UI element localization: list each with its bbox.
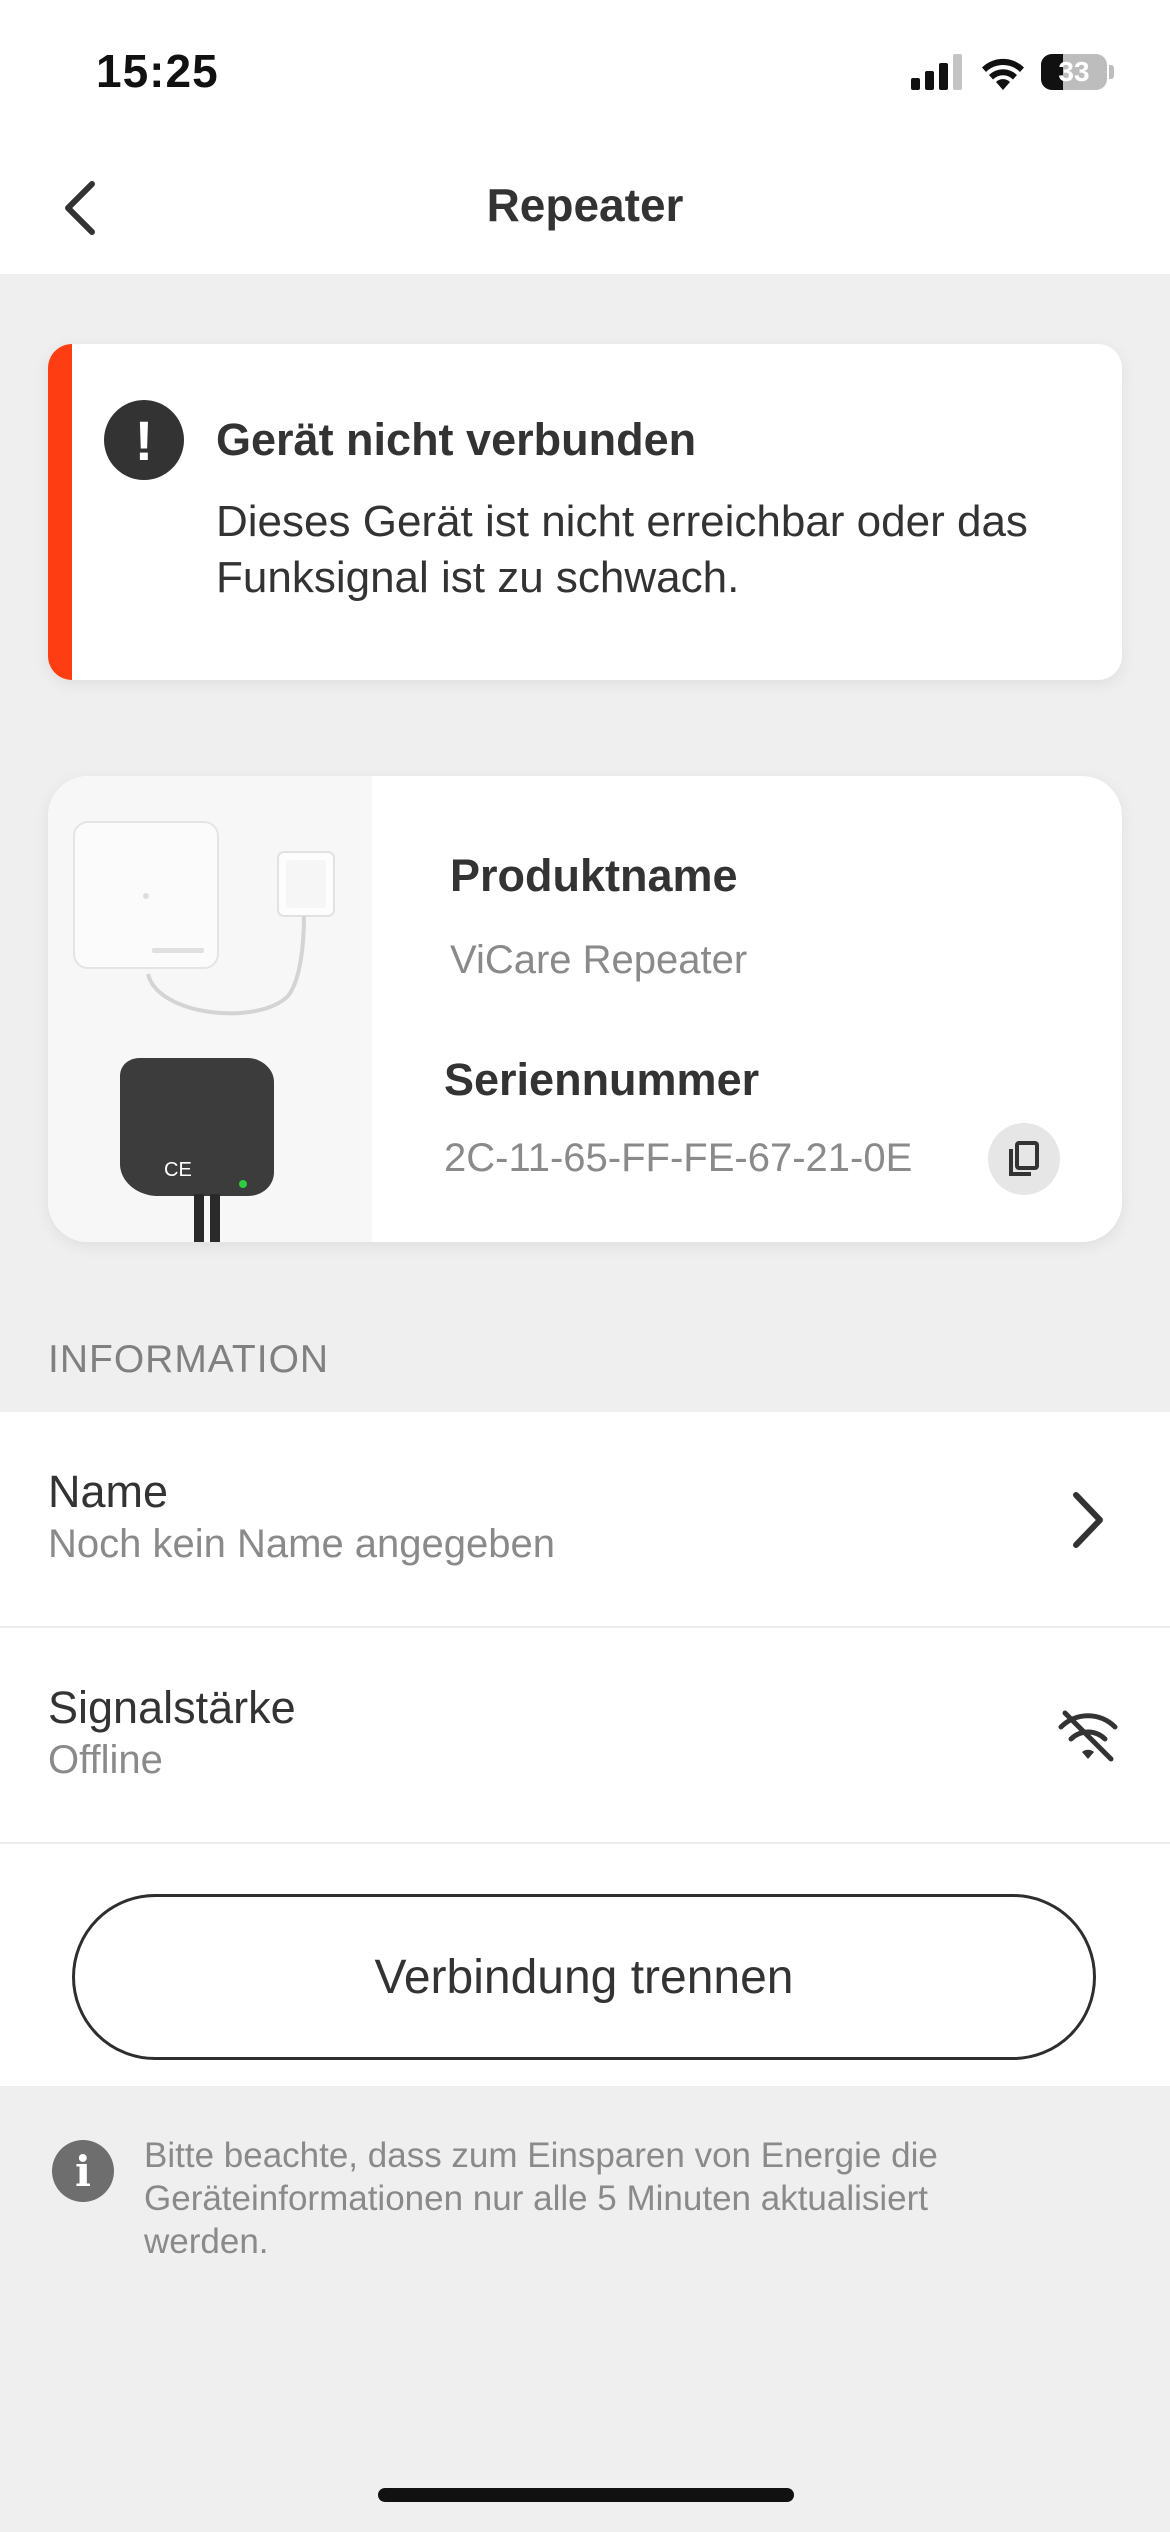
serial-number-value: 2C-11-65-FF-FE-67-21-0E <box>444 1136 913 1180</box>
copy-icon <box>1009 1141 1039 1176</box>
info-icon: i <box>52 2140 114 2202</box>
disconnect-button[interactable]: Verbindung trennen <box>72 1894 1096 2060</box>
signal-strength-list-item: Signalstärke Offline <box>0 1628 1170 1844</box>
product-card: CE Produktname ViCare Repeater Seriennum… <box>48 776 1122 1242</box>
status-time: 15:25 <box>96 45 219 97</box>
connection-alert-card: ! Gerät nicht verbunden Dieses Gerät ist… <box>48 344 1122 680</box>
update-interval-note: Bitte beachte, dass zum Einsparen von En… <box>144 2136 938 2261</box>
cellular-signal-icon <box>911 54 962 90</box>
page-title: Repeater <box>486 179 684 231</box>
product-name-value: ViCare Repeater <box>450 938 748 982</box>
battery-level: 33 <box>1058 56 1090 87</box>
information-section-header: INFORMATION <box>48 1338 330 1381</box>
chevron-right-icon <box>1046 1478 1130 1562</box>
name-list-item[interactable]: Name Noch kein Name angegeben <box>0 1412 1170 1628</box>
status-icons: 33 <box>911 50 1114 94</box>
wifi-off-icon <box>1046 1694 1130 1778</box>
signal-item-title: Signalstärke <box>48 1682 296 1733</box>
product-image: CE <box>48 776 372 1242</box>
repeater-device-illustration: CE <box>73 821 335 1242</box>
alert-title: Gerät nicht verbunden <box>216 414 697 465</box>
alert-accent-stripe <box>48 344 72 680</box>
battery-indicator: 33 <box>1041 54 1107 90</box>
product-name-label: Produktname <box>450 850 738 901</box>
serial-number-label: Seriennummer <box>444 1054 760 1105</box>
navigation-bar: Repeater <box>0 140 1170 274</box>
wifi-icon <box>982 58 1024 90</box>
exclamation-icon: ! <box>104 400 184 480</box>
home-indicator[interactable] <box>378 2488 794 2502</box>
information-list: Name Noch kein Name angegeben Signalstär… <box>0 1412 1170 2086</box>
name-item-title: Name <box>48 1466 169 1517</box>
svg-text:CE: CE <box>164 1159 192 1181</box>
alert-message: Dieses Gerät ist nicht erreichbar oder d… <box>216 497 1028 602</box>
copy-serial-button[interactable] <box>988 1123 1060 1195</box>
name-item-subtitle: Noch kein Name angegeben <box>48 1522 556 1566</box>
battery-tip <box>1109 65 1114 79</box>
status-bar: 15:25 33 <box>0 0 1170 140</box>
signal-item-subtitle: Offline <box>48 1738 163 1782</box>
